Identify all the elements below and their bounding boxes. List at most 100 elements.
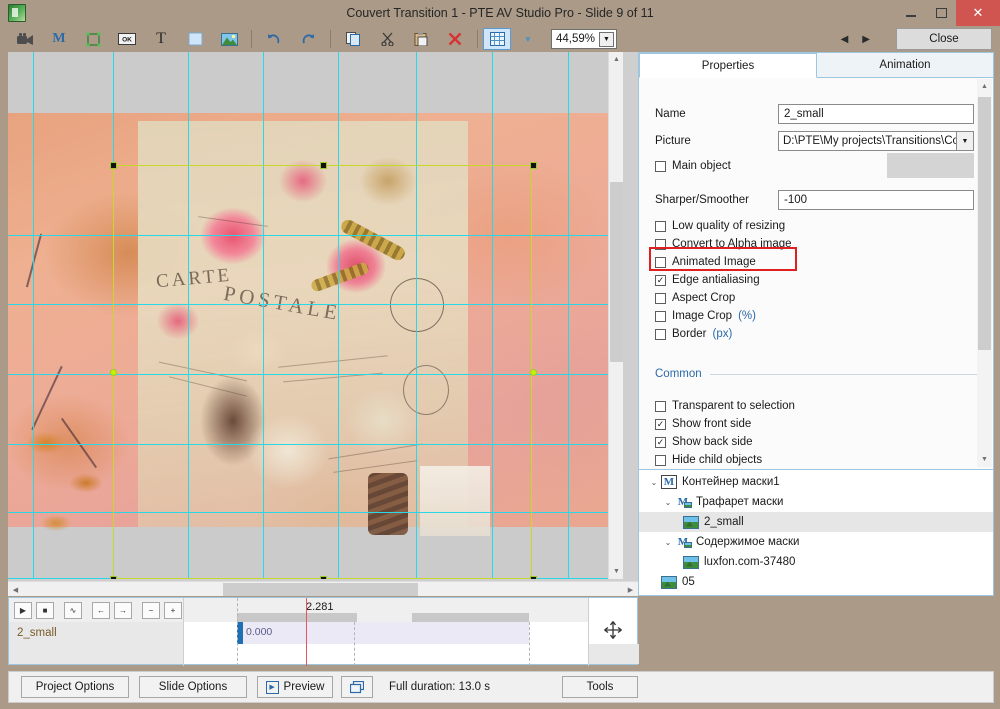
hide-child-objects-checkbox[interactable]: [655, 455, 666, 466]
stop-button[interactable]: ■: [36, 602, 54, 619]
object-selection-rect[interactable]: [113, 165, 532, 579]
rectangle-icon[interactable]: [178, 27, 212, 51]
border-checkbox[interactable]: [655, 329, 666, 340]
next-keyframe-button[interactable]: →: [114, 602, 132, 619]
checkbox-aspect-crop[interactable]: Aspect Crop: [655, 289, 735, 307]
undo-icon[interactable]: [257, 27, 291, 51]
prev-keyframe-button[interactable]: ←: [92, 602, 110, 619]
picture-combo[interactable]: D:\PTE\My projects\Transitions\Cou\ ▼: [778, 131, 974, 151]
button-ok-icon[interactable]: OK: [110, 27, 144, 51]
chevron-down-icon[interactable]: ⌄: [661, 538, 675, 547]
canvas-scrollbar-horizontal[interactable]: ◀ ▶: [8, 581, 638, 596]
picture-dropdown-button[interactable]: ▼: [956, 132, 973, 150]
sharper-smoother-input[interactable]: -100: [778, 190, 974, 210]
resize-handle-tc[interactable]: [320, 162, 327, 169]
chevron-down-icon[interactable]: ⌄: [647, 478, 661, 487]
timeline-ruler[interactable]: 2.281: [184, 598, 588, 622]
chevron-down-icon[interactable]: ⌄: [661, 498, 675, 507]
tab-animation[interactable]: Animation: [817, 53, 993, 78]
checkbox-show-back-side[interactable]: ✓ Show back side: [655, 433, 753, 451]
properties-form: Name 2_small Picture D:\PTE\My projects\…: [639, 78, 993, 468]
main-object-checkbox[interactable]: [655, 161, 666, 172]
checkbox-transparent-to-selection[interactable]: Transparent to selection: [655, 397, 795, 415]
checkbox-hide-child-objects[interactable]: Hide child objects: [655, 451, 762, 468]
tree-item-mask-content[interactable]: ⌄ M Содержимое маски: [639, 532, 993, 552]
rotate-handle-mr[interactable]: [530, 369, 537, 376]
canvas-scroll-left-arrow[interactable]: ◀: [8, 582, 23, 596]
preview-button[interactable]: ▶ Preview: [257, 676, 333, 698]
next-slide-button[interactable]: ▶: [862, 34, 870, 45]
zoom-control[interactable]: 44,59% ▼: [551, 29, 617, 49]
checkbox-show-front-side[interactable]: ✓ Show front side: [655, 415, 751, 433]
prev-slide-button[interactable]: ◀: [841, 34, 849, 45]
close-editor-button[interactable]: Close: [896, 28, 992, 50]
redo-icon[interactable]: [291, 27, 325, 51]
maximize-button[interactable]: [926, 0, 956, 26]
move-icon[interactable]: [591, 600, 635, 660]
canvas-scroll-v-thumb[interactable]: [610, 182, 623, 362]
properties-scroll-up-arrow[interactable]: ▲: [977, 79, 992, 94]
duplicate-window-button[interactable]: [341, 676, 373, 698]
properties-scrollbar[interactable]: ▲ ▼: [977, 79, 992, 467]
canvas-scroll-right-arrow[interactable]: ▶: [623, 582, 638, 596]
zoom-out-button[interactable]: −: [142, 602, 160, 619]
frame-icon[interactable]: [76, 27, 110, 51]
minimize-button[interactable]: [896, 0, 926, 26]
copy-icon[interactable]: [336, 27, 370, 51]
mask-m-icon[interactable]: M: [42, 27, 76, 51]
project-options-button[interactable]: Project Options: [21, 676, 129, 698]
checkbox-border[interactable]: Border (px): [655, 325, 732, 343]
waveform-button[interactable]: ∿: [64, 602, 82, 619]
tree-item-05[interactable]: 05: [639, 572, 993, 592]
close-window-button[interactable]: ✕: [956, 0, 1000, 26]
slide-canvas[interactable]: CARTE POSTALE: [8, 52, 623, 579]
properties-scroll-thumb[interactable]: [978, 97, 991, 350]
timeline-clip[interactable]: [237, 622, 529, 644]
canvas-scroll-down-arrow[interactable]: ▼: [609, 564, 623, 579]
tools-button[interactable]: Tools: [562, 676, 638, 698]
cut-icon[interactable]: [370, 27, 404, 51]
image-icon[interactable]: [212, 27, 246, 51]
low-quality-resizing-checkbox[interactable]: [655, 221, 666, 232]
tab-properties[interactable]: Properties: [639, 53, 817, 78]
checkbox-image-crop[interactable]: Image Crop (%): [655, 307, 756, 325]
tree-item-2-small[interactable]: 2_small: [639, 512, 993, 532]
transparent-to-selection-checkbox[interactable]: [655, 401, 666, 412]
zoom-dropdown-button[interactable]: ▼: [599, 32, 614, 47]
resize-handle-bl[interactable]: [110, 576, 117, 579]
image-icon: [683, 556, 699, 569]
properties-scroll-down-arrow[interactable]: ▼: [977, 452, 992, 467]
text-icon[interactable]: T: [144, 27, 178, 51]
name-label: Name: [655, 104, 686, 124]
play-button[interactable]: ▶: [14, 602, 32, 619]
checkbox-edge-antialiasing[interactable]: ✓ Edge antialiasing: [655, 271, 760, 289]
edge-antialiasing-checkbox[interactable]: ✓: [655, 275, 666, 286]
canvas-scroll-up-arrow[interactable]: ▲: [609, 52, 623, 67]
resize-handle-tr[interactable]: [530, 162, 537, 169]
rotate-handle-ml[interactable]: [110, 369, 117, 376]
grid-dropdown-button[interactable]: ▼: [511, 27, 545, 51]
zoom-in-button[interactable]: +: [164, 602, 182, 619]
canvas-scroll-h-thumb[interactable]: [223, 583, 418, 596]
checkbox-low-quality-resizing[interactable]: Low quality of resizing: [655, 217, 785, 235]
timeline-bottom-track[interactable]: [184, 644, 588, 664]
show-front-side-checkbox[interactable]: ✓: [655, 419, 666, 430]
canvas-scrollbar-vertical[interactable]: ▲ ▼: [608, 52, 623, 579]
tree-item-luxfon[interactable]: luxfon.com-37480: [639, 552, 993, 572]
name-input[interactable]: 2_small: [778, 104, 974, 124]
aspect-crop-checkbox[interactable]: [655, 293, 666, 304]
tree-item-mask-container[interactable]: ⌄ M Контейнер маски1: [639, 472, 993, 492]
resize-handle-br[interactable]: [530, 576, 537, 579]
resize-handle-tl[interactable]: [110, 162, 117, 169]
tree-item-mask-stencil[interactable]: ⌄ M Трафарет маски: [639, 492, 993, 512]
resize-handle-bc[interactable]: [320, 576, 327, 579]
slide-options-button[interactable]: Slide Options: [139, 676, 247, 698]
paste-icon[interactable]: [404, 27, 438, 51]
image-crop-checkbox[interactable]: [655, 311, 666, 322]
checkbox-main-object[interactable]: Main object: [655, 157, 731, 175]
delete-icon[interactable]: [438, 27, 472, 51]
show-back-side-checkbox[interactable]: ✓: [655, 437, 666, 448]
grid-toggle-button[interactable]: [483, 28, 511, 50]
video-camera-icon[interactable]: [8, 27, 42, 51]
timeline-track-row[interactable]: 0.000: [184, 622, 588, 644]
